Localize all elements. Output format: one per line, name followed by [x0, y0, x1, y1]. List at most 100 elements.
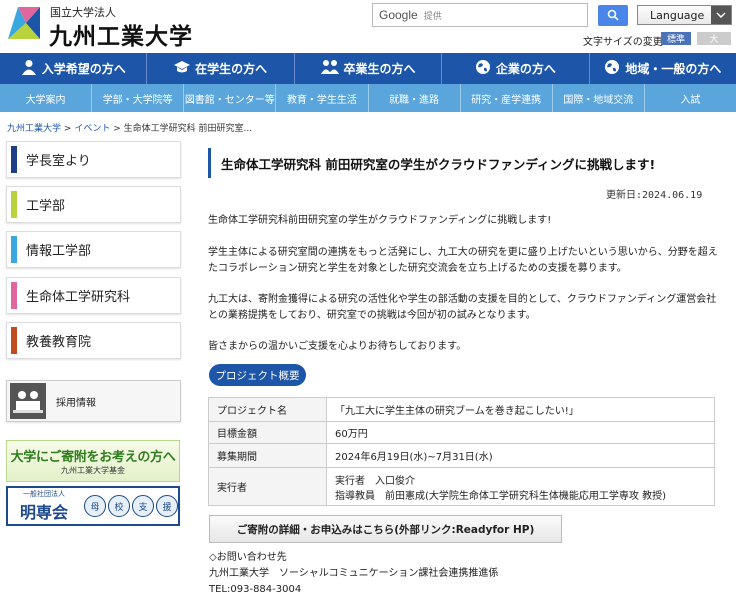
table-row: 実行者 実行者 入口俊介 指導教員 前田憲成(大学院生命体工学研究科生体機能応用…: [208, 467, 715, 506]
sidebar-color-bar: [11, 282, 17, 309]
table-header-cell: 実行者: [208, 467, 327, 506]
table-row: 目標金額 60万円: [208, 421, 715, 444]
globe-icon: [604, 59, 620, 78]
table-header-cell: 目標金額: [208, 421, 327, 444]
subnav-item-education[interactable]: 教育・学生生活: [276, 84, 369, 112]
language-select[interactable]: Language: [637, 5, 732, 25]
sidebar-color-bar: [11, 236, 17, 263]
subnav-item-admissions[interactable]: 入試: [645, 84, 736, 112]
fontsize-large-button[interactable]: 大: [697, 32, 731, 45]
nav-item-label: 地域・一般の方へ: [625, 62, 722, 76]
main-nav: 入学希望の方へ 在学生の方へ 卒業生の方へ 企業の方へ 地域・一般の方へ: [0, 53, 736, 84]
subnav-item-library[interactable]: 図書館・センター等: [184, 84, 277, 112]
search-placeholder: 提供: [423, 11, 442, 22]
donation-banner[interactable]: 大学にご寄附をお考えの方へ 九州工業大学基金: [6, 440, 180, 482]
subnav-item-about[interactable]: 大学案内: [0, 84, 93, 112]
meisenkai-subtitle: 一般社団法人: [23, 490, 65, 498]
table-row: プロジェクト名 「九工大に学生主体の研究ブームを巻き起こしたい!」: [208, 397, 715, 422]
nav-item-companies[interactable]: 企業の方へ: [442, 53, 590, 84]
subnav-item-international[interactable]: 国際・地域交流: [553, 84, 645, 112]
project-table: プロジェクト名 「九工大に学生主体の研究ブームを巻き起こしたい!」 目標金額 6…: [208, 397, 715, 506]
table-cell: 2024年6月19日(水)~7月31日(水): [326, 443, 715, 468]
recruit-label: 採用情報: [56, 397, 96, 409]
breadcrumb-separator: >: [113, 124, 121, 134]
sidebar-item-president[interactable]: 学長室より: [6, 141, 181, 178]
subnav-item-research[interactable]: 研究・産学連携: [461, 84, 553, 112]
meisenkai-banner[interactable]: 一般社団法人 明専会 母 校 支 援: [6, 486, 180, 526]
university-logo-icon[interactable]: [6, 5, 42, 41]
sidebar-item-life-science[interactable]: 生命体工学研究科: [6, 277, 181, 314]
breadcrumb-events-link[interactable]: イベント: [74, 124, 110, 134]
table-header-cell: プロジェクト名: [208, 397, 327, 422]
subnav-item-career[interactable]: 就職・進路: [369, 84, 461, 112]
meisenkai-circles: 母 校 支 援: [84, 495, 178, 517]
sidebar-item-label: 工学部: [26, 199, 66, 214]
executor-line: 実行者 入口俊介: [335, 475, 415, 487]
table-cell: 実行者 入口俊介 指導教員 前田憲成(大学院生命体工学研究科生体機能応用工学専攻…: [326, 467, 715, 506]
contact-tel: TEL:093-884-3004: [209, 584, 302, 595]
nav-item-label: 入学希望の方へ: [41, 62, 126, 76]
sidebar-color-bar: [11, 146, 17, 173]
recruit-people-icon: [10, 383, 46, 419]
donation-details-button[interactable]: ご寄附の詳細・お申込みはこちら(外部リンク:Readyfor HP): [209, 515, 562, 543]
search-icon: [607, 6, 619, 25]
table-row: 募集期間 2024年6月19日(水)~7月31日(水): [208, 443, 715, 468]
meisenkai-char: 援: [156, 495, 178, 517]
updated-date: 更新日:2024.06.19: [606, 190, 703, 201]
contact-title: ◇お問い合わせ先: [209, 552, 287, 563]
sidebar-item-label: 学長室より: [26, 154, 91, 169]
search-input[interactable]: Google 提供: [372, 3, 588, 27]
nav-item-label: 卒業生の方へ: [343, 62, 416, 76]
sidebar-item-liberal-arts[interactable]: 教養教育院: [6, 322, 181, 359]
table-cell: 60万円: [326, 421, 715, 444]
breadcrumb-current: 生命体工学研究科 前田研究室...: [123, 124, 253, 134]
meisenkai-char: 支: [132, 495, 154, 517]
project-overview-badge: プロジェクト概要: [209, 364, 306, 386]
graduation-cap-icon: [174, 59, 191, 78]
nav-item-public[interactable]: 地域・一般の方へ: [590, 53, 736, 84]
table-cell: 「九工大に学生主体の研究ブームを巻き起こしたい!」: [326, 397, 715, 422]
article-paragraph: 学生主体による研究室間の連携をもっと活発にし、九工大の研究を更に盛り上げたいとい…: [208, 247, 718, 274]
sidebar-item-engineering[interactable]: 工学部: [6, 186, 181, 223]
sidebar-color-bar: [11, 327, 17, 354]
fontsize-label: 文字サイズの変更: [583, 37, 663, 48]
article-paragraph: 皆さまからの温かいご支援を心よりお待ちしております。: [208, 341, 467, 352]
people-icon: [320, 59, 339, 78]
sidebar-item-label: 生命体工学研究科: [26, 290, 131, 305]
contact-org: 九州工業大学 ソーシャルコミュニケーション課社会連携推進係: [209, 568, 499, 579]
sidebar-item-label: 情報工学部: [26, 244, 92, 259]
table-header-cell: 募集期間: [208, 443, 327, 468]
search-brand: Google: [379, 8, 418, 22]
chevron-down-icon: [711, 6, 731, 24]
logo-title[interactable]: 九州工業大学: [49, 17, 193, 51]
search-button[interactable]: [598, 5, 628, 26]
nav-item-prospective[interactable]: 入学希望の方へ: [0, 53, 148, 84]
sidebar-item-label: 教養教育院: [26, 335, 92, 350]
subnav-item-faculties[interactable]: 学部・大学院等: [92, 84, 185, 112]
meisenkai-title: 明専会: [19, 503, 68, 522]
fontsize-standard-button[interactable]: 標準: [661, 32, 691, 45]
nav-item-alumni[interactable]: 卒業生の方へ: [295, 53, 443, 84]
contact-block: ◇お問い合わせ先 九州工業大学 ソーシャルコミュニケーション課社会連携推進係 T…: [209, 550, 498, 598]
globe-icon: [475, 59, 491, 78]
meisenkai-char: 校: [108, 495, 130, 517]
language-label: Language: [650, 8, 705, 22]
meisenkai-logo: 一般社団法人 明専会: [8, 488, 80, 524]
nav-item-label: 企業の方へ: [495, 62, 556, 76]
advisor-line: 指導教員 前田憲成(大学院生命体工学研究科生体機能応用工学専攻 教授): [335, 490, 666, 502]
nav-item-students[interactable]: 在学生の方へ: [147, 53, 295, 84]
meisenkai-char: 母: [84, 495, 106, 517]
nav-item-label: 在学生の方へ: [195, 62, 268, 76]
breadcrumb-home-link[interactable]: 九州工業大学: [7, 124, 61, 134]
page-title: 生命体工学研究科 前田研究室の学生がクラウドファンディングに挑戦します!: [208, 148, 723, 178]
person-icon: [21, 59, 37, 78]
sub-nav: 大学案内 学部・大学院等 図書館・センター等 教育・学生生活 就職・進路 研究・…: [0, 84, 736, 112]
donation-subtitle: 九州工業大学基金: [61, 466, 125, 475]
breadcrumb-separator: >: [63, 124, 72, 134]
recruit-link[interactable]: 採用情報: [6, 380, 181, 422]
article-paragraph: 生命体工学研究科前田研究室の学生がクラウドファンディングに挑戦します!: [208, 215, 552, 226]
sidebar-item-computer-science[interactable]: 情報工学部: [6, 231, 181, 268]
sidebar-color-bar: [11, 191, 17, 218]
donation-title: 大学にご寄附をお考えの方へ: [10, 450, 176, 465]
article-paragraph: 九工大は、寄附金獲得による研究の活性化や学生の部活動の支援を目的として、クラウド…: [208, 294, 717, 321]
